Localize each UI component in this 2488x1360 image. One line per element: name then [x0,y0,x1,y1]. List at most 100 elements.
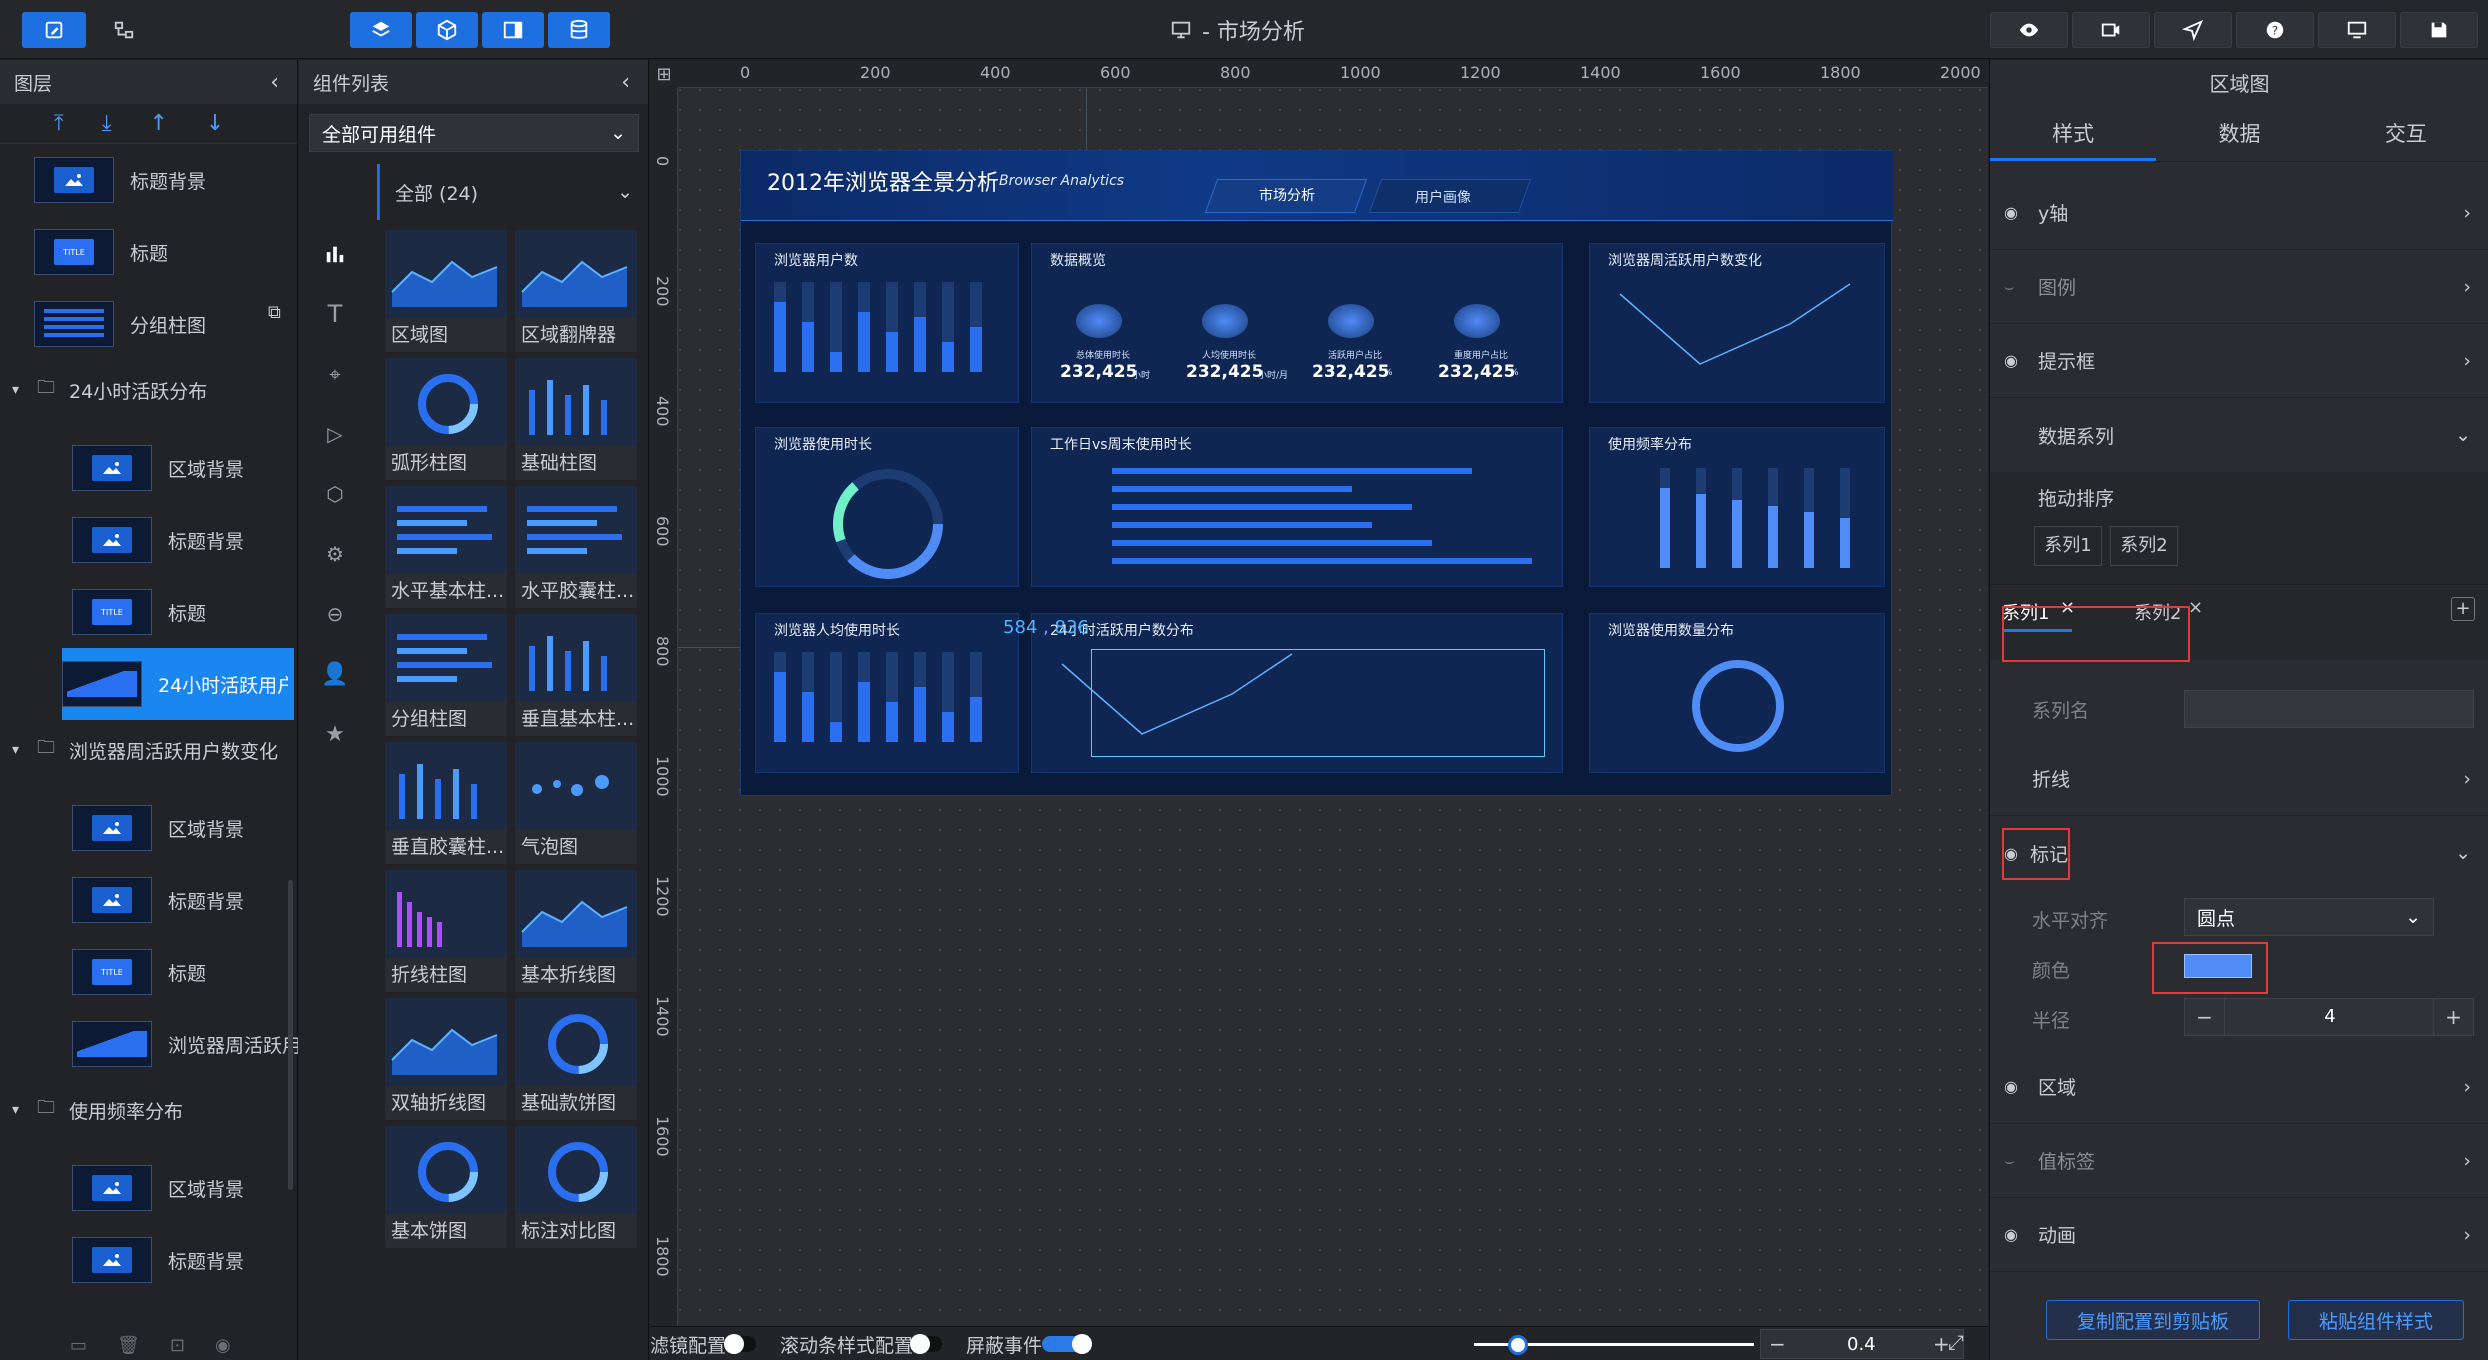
dashboard-panel[interactable]: 浏览器人均使用时长 [755,613,1019,773]
category-user-icon[interactable]: 👤 [321,660,349,688]
section-area[interactable]: ◉ 区域 › [1990,1050,2488,1124]
component-card[interactable]: 折线柱图 [385,870,507,992]
series-name-input[interactable] [2184,690,2474,728]
eye-icon[interactable]: ◉ [2004,203,2028,222]
move-top-icon[interactable]: ⤒ [54,111,64,136]
dashboard-panel[interactable]: 使用频率分布 [1589,427,1885,587]
eye-icon[interactable]: ◉ [2004,1077,2028,1096]
category-3d-icon[interactable]: ⬡ [321,480,349,508]
sort-item-series1[interactable]: 系列1 [2034,526,2102,566]
eye-off-icon[interactable]: ⌣ [2004,277,2028,297]
category-media-icon[interactable]: ▷ [321,420,349,448]
layer-item[interactable]: 浏览器周活跃用户 [0,1008,298,1080]
plus-icon[interactable]: + [2433,999,2473,1035]
layer-group[interactable]: ▾ 🗀 使用频率分布 [0,1080,298,1140]
fullscreen-icon[interactable]: ⤢ [1948,1330,1964,1354]
component-card[interactable]: 基础柱图 [515,358,637,480]
publish-button[interactable] [2154,12,2232,48]
zoom-stepper[interactable]: − 0.4 + [1760,1329,1964,1359]
radius-stepper[interactable]: − 4 + [2184,998,2474,1036]
zoom-slider-handle[interactable] [1508,1335,1528,1355]
component-card[interactable]: 区域图 [385,230,507,352]
lock-icon[interactable]: ⊡ [170,1335,185,1356]
section-series[interactable]: 数据系列 ⌄ [1990,398,2488,472]
component-card[interactable]: 基础款饼图 [515,998,637,1120]
category-other-icon[interactable]: ⊖ [321,600,349,628]
component-card[interactable]: 水平胶囊柱... [515,486,637,608]
dashboard-panel[interactable]: 浏览器用户数 [755,243,1019,403]
minus-icon[interactable]: − [2185,999,2225,1035]
align-select[interactable]: 圆点 ⌄ [2184,898,2434,936]
layers-scrollbar[interactable] [288,880,293,1190]
layer-item[interactable]: TITLE 标题 [0,576,298,648]
layer-item[interactable]: 区域背景 [0,432,298,504]
section-tooltip[interactable]: ◉ 提示框 › [1990,324,2488,398]
layer-item[interactable]: TITLE 标题 [0,216,298,288]
caret-down-icon[interactable]: ▾ [12,382,19,398]
section-animation[interactable]: ◉ 动画 › [1990,1198,2488,1272]
caret-down-icon[interactable]: ▾ [12,1102,19,1118]
tab-data[interactable]: 数据 [2156,112,2322,161]
save-button[interactable] [2400,12,2478,48]
dashboard-panel[interactable]: 浏览器使用数量分布 [1589,613,1885,773]
dashboard-panel[interactable]: 工作日vs周末使用时长 [1031,427,1563,587]
tab-style[interactable]: 样式 [1990,112,2157,161]
component-card[interactable]: 弧形柱图 [385,358,507,480]
category-text-icon[interactable]: T [321,300,349,328]
zoom-value[interactable]: 0.4 [1847,1334,1876,1355]
radius-value[interactable]: 4 [2225,999,2435,1035]
component-card[interactable]: 基本折线图 [515,870,637,992]
section-legend[interactable]: ⌣ 图例 › [1990,250,2488,324]
selected-component-outline[interactable] [1091,649,1545,757]
help-button[interactable]: ? [2236,12,2314,48]
section-value-label[interactable]: ⌣ 值标签 › [1990,1124,2488,1198]
category-chart-icon[interactable] [321,240,349,268]
panel-toggle-button[interactable] [482,12,544,48]
datasource-toggle-button[interactable] [548,12,610,48]
layer-item[interactable]: 分组柱图 [0,288,298,360]
block-events-toggle[interactable] [1042,1334,1092,1354]
dashboard-panel[interactable]: 数据概览 总体使用时长 232,425 小时 人均使用时长 232,425 小时/月 活跃用户… [1031,243,1563,403]
layer-item[interactable]: 标题背景 [0,864,298,936]
zoom-out-icon[interactable]: − [1769,1332,1786,1356]
folder-icon[interactable]: ▭ [70,1335,87,1356]
component-card[interactable]: 气泡图 [515,742,637,864]
flow-mode-button[interactable] [92,12,156,48]
eye-icon[interactable]: ◉ [2004,351,2028,370]
component-card[interactable]: 双轴折线图 [385,998,507,1120]
layer-item[interactable]: 标题背景 [0,1224,298,1296]
layer-item[interactable]: TITLE 标题 [0,936,298,1008]
component-card[interactable]: 区域翻牌器 [515,230,637,352]
close-icon[interactable]: × [2188,597,2203,618]
layer-item[interactable]: 标题背景 [0,504,298,576]
section-yaxis[interactable]: ◉ y轴 › [1990,176,2488,250]
collapse-left-icon[interactable]: ‹ [621,70,630,95]
component-card[interactable]: 水平基本柱... [385,486,507,608]
scroll-config-toggle[interactable] [910,1334,942,1354]
layer-item[interactable]: 24小时活跃用户 [62,648,294,720]
eye-icon[interactable]: ◉ [2004,1225,2028,1244]
filter-config-toggle[interactable] [724,1334,756,1354]
paste-style-button[interactable]: 粘贴组件样式 [2288,1300,2464,1340]
component-card[interactable]: 基本饼图 [385,1126,507,1248]
copy-config-button[interactable]: 复制配置到剪贴板 [2046,1300,2260,1340]
component-card[interactable]: 分组柱图 [385,614,507,736]
layer-item[interactable]: 标题背景 [0,144,298,216]
visibility-icon[interactable]: ◉ [215,1335,231,1356]
add-series-icon[interactable]: + [2451,597,2475,621]
layer-group[interactable]: ▾ 🗀 浏览器周活跃用户数变化 [0,720,298,780]
move-up-icon[interactable]: ↑ [149,111,167,136]
collapse-left-icon[interactable]: ‹ [270,70,279,95]
category-interaction-icon[interactable]: ⚙ [321,540,349,568]
preview-button[interactable] [1990,12,2068,48]
eye-off-icon[interactable]: ⌣ [2004,1151,2028,1171]
layer-group[interactable]: ▾ 🗀 24小时活跃分布 [0,360,298,420]
category-dropdown[interactable]: 全部 (24) ⌄ [385,164,643,220]
caret-down-icon[interactable]: ▾ [12,742,19,758]
ruler-corner-icon[interactable]: ⊞ [650,60,678,88]
sort-item-series2[interactable]: 系列2 [2110,526,2178,566]
screen-button[interactable] [2318,12,2396,48]
section-line[interactable]: 折线 › [1990,742,2488,816]
record-button[interactable] [2072,12,2150,48]
delete-icon[interactable]: 🗑 [117,1335,140,1356]
